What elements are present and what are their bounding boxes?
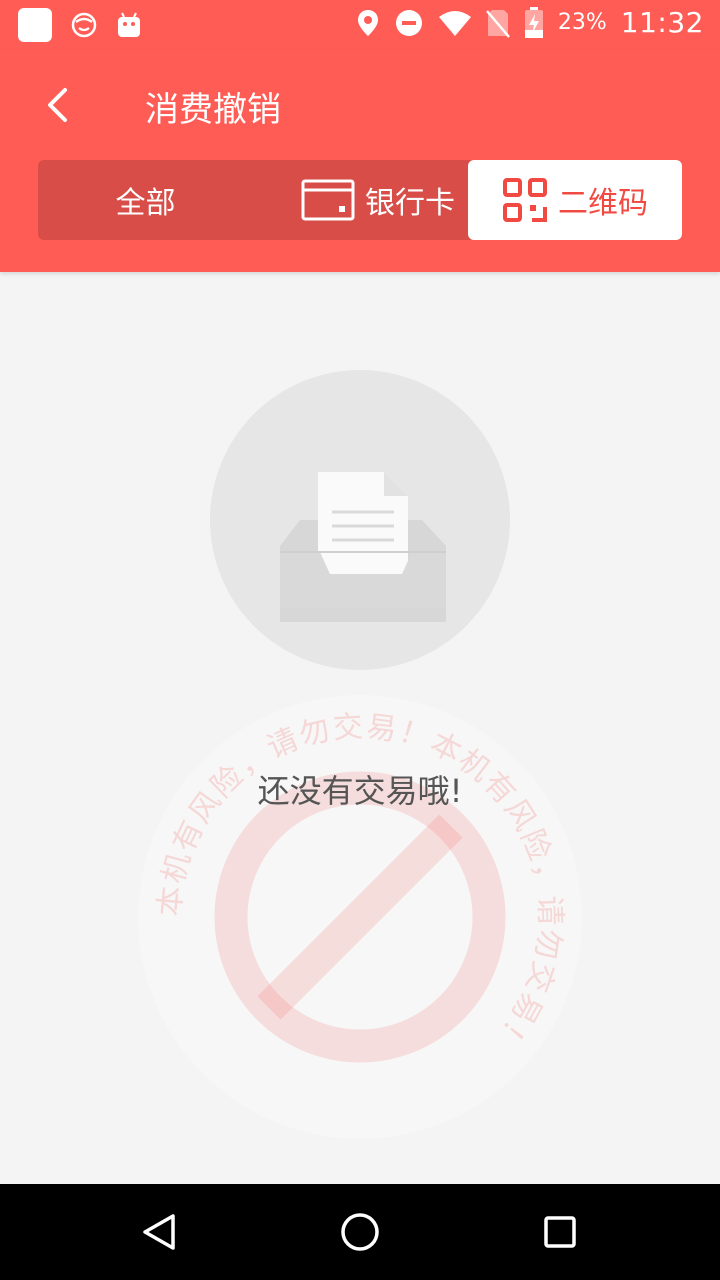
home-circle-icon	[341, 1213, 379, 1251]
page-title: 消费撤销	[145, 90, 281, 130]
no-sim-icon	[485, 9, 510, 38]
location-icon	[357, 9, 378, 36]
prohibited-icon: 本机有风险，请勿交易！本机有风险，请勿交易！	[138, 695, 582, 1139]
tab-qr-code-label: 二维码	[558, 186, 648, 221]
nav-back-button[interactable]	[136, 1208, 184, 1256]
chevron-left-icon	[48, 88, 67, 122]
face-icon	[71, 12, 97, 38]
android-icon	[118, 12, 140, 37]
qr-code-icon	[503, 178, 547, 222]
nav-home-button[interactable]	[336, 1208, 384, 1256]
empty-state-illustration	[210, 370, 510, 670]
tab-all-label: 全部	[115, 186, 176, 221]
empty-state-message: 还没有交易哦!	[257, 772, 463, 810]
app-square-icon	[18, 8, 52, 42]
recents-square-icon	[544, 1216, 576, 1248]
nav-recents-button[interactable]	[536, 1208, 584, 1256]
status-bar: 23% 11:32	[0, 0, 720, 50]
app-bar: 消费撤销 全部 银行卡 二维码	[0, 50, 720, 272]
navigation-bar	[0, 1184, 720, 1280]
back-button[interactable]	[30, 78, 84, 132]
tab-bank-card[interactable]: 银行卡	[288, 160, 468, 240]
tab-all[interactable]: 全部	[38, 160, 253, 240]
tab-bar: 全部 银行卡 二维码	[38, 160, 682, 240]
back-triangle-icon	[143, 1214, 175, 1250]
status-clock: 11:32	[620, 6, 704, 39]
battery-charging-icon	[524, 6, 543, 38]
empty-inbox-icon	[280, 472, 446, 622]
content-area: 本机有风险，请勿交易！本机有风险，请勿交易！ 还没有交易哦!	[0, 272, 720, 1184]
tab-qr-code[interactable]: 二维码	[468, 160, 682, 240]
dnd-icon	[395, 9, 422, 36]
battery-percent: 23%	[557, 10, 607, 35]
wifi-icon	[438, 10, 471, 36]
card-icon	[301, 179, 355, 221]
tab-bank-card-label: 银行卡	[365, 186, 455, 221]
